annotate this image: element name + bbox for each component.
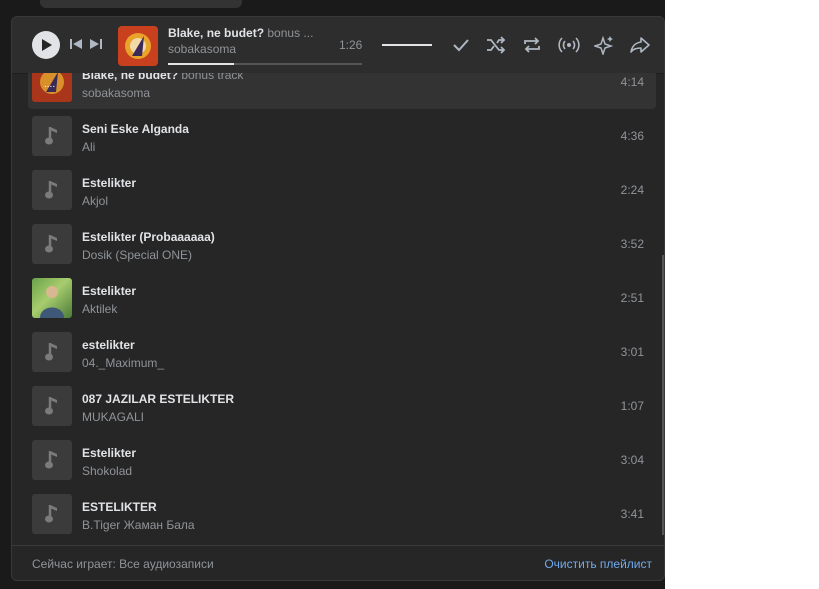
track-cover[interactable]: .... — [32, 73, 72, 102]
track-row[interactable]: .... Blake, ne budet? bonus track sobakaso… — [28, 73, 656, 109]
shuffle-icon — [487, 36, 506, 54]
music-note-icon[interactable] — [32, 494, 72, 534]
music-note-icon[interactable] — [32, 386, 72, 426]
scrollbar[interactable] — [662, 255, 664, 535]
track-title: Estelikter — [82, 176, 137, 190]
track-artist[interactable]: Akjol — [82, 194, 108, 208]
track-row[interactable]: estelikter 04._Maximum_ 3:01 — [28, 325, 656, 379]
track-duration: 4:14 — [620, 75, 644, 89]
track-row[interactable]: 087 JAZILAR ESTELIKTER MUKAGALI 1:07 — [28, 379, 656, 433]
track-subtitle: bonus track — [181, 73, 244, 82]
previous-icon — [70, 39, 82, 49]
track-artist[interactable]: sobakasoma — [82, 86, 150, 100]
track-row[interactable]: Seni Eske Alganda Ali 4:36 — [28, 109, 656, 163]
broadcast-button[interactable] — [558, 36, 580, 54]
now-playing-time: 1:26 — [339, 38, 363, 52]
track-row[interactable]: ESTELIKTER B.Tiger Жаман Бала 3:41 — [28, 487, 656, 541]
track-title: ESTELIKTER — [82, 500, 157, 514]
track-row[interactable]: Estelikter Akjol 2:24 — [28, 163, 656, 217]
music-note-icon[interactable] — [32, 440, 72, 480]
next-icon — [90, 39, 102, 49]
recommendations-button[interactable] — [594, 35, 614, 55]
play-button[interactable] — [32, 31, 60, 59]
track-list: .... Blake, ne budet? bonus track sobakaso… — [12, 73, 664, 545]
volume-slider[interactable] — [382, 44, 432, 46]
track-artist[interactable]: Dosik (Special ONE) — [82, 248, 192, 262]
add-button[interactable] — [452, 36, 470, 54]
now-playing-source: Сейчас играет: Все аудиозаписи — [32, 557, 214, 571]
next-button[interactable] — [90, 38, 102, 50]
track-duration: 3:41 — [620, 507, 644, 521]
track-duration: 4:36 — [620, 129, 644, 143]
repeat-icon — [524, 37, 540, 53]
repeat-button[interactable] — [522, 36, 542, 54]
track-title: Estelikter (Probaaaaaa) — [82, 230, 215, 244]
share-icon — [630, 37, 650, 53]
now-playing-subtitle: bonus ... — [267, 26, 314, 40]
track-duration: 1:07 — [620, 399, 644, 413]
audio-player: Blake, ne budet? bonus ... sobakasoma 1:… — [12, 17, 664, 74]
track-title: 087 JAZILAR ESTELIKTER — [82, 392, 235, 406]
track-row[interactable]: Estelikter (Probaaaaaa) Dosik (Special O… — [28, 217, 656, 271]
now-playing-artist[interactable]: sobakasoma — [168, 42, 236, 56]
now-playing-cover — [118, 26, 158, 66]
track-artist[interactable]: MUKAGALI — [82, 410, 144, 424]
track-artist[interactable]: Shokolad — [82, 464, 132, 478]
svg-text:....: .... — [44, 79, 55, 90]
track-duration: 3:52 — [620, 237, 644, 251]
track-duration: 3:04 — [620, 453, 644, 467]
track-duration: 2:24 — [620, 183, 644, 197]
add-check-icon — [453, 39, 469, 52]
track-title: Blake, ne budet? bonus track — [82, 73, 243, 82]
track-title: Seni Eske Alganda — [82, 122, 189, 136]
track-row[interactable]: Estelikter Shokolad 3:04 — [28, 433, 656, 487]
track-artist[interactable]: Aktilek — [82, 302, 117, 316]
progress-bar[interactable] — [168, 63, 362, 65]
broadcast-icon — [558, 37, 580, 53]
playlist-footer: Сейчас играет: Все аудиозаписи Очистить … — [12, 545, 664, 580]
music-note-icon[interactable] — [32, 170, 72, 210]
play-icon — [42, 39, 52, 51]
top-tab — [40, 0, 242, 8]
track-title: estelikter — [82, 338, 135, 352]
track-artist[interactable]: B.Tiger Жаман Бала — [82, 518, 195, 532]
track-row[interactable]: Estelikter Aktilek 2:51 — [28, 271, 656, 325]
recommendations-icon — [594, 35, 614, 55]
track-title: Estelikter — [82, 446, 137, 460]
previous-button[interactable] — [70, 38, 82, 50]
music-note-icon[interactable] — [32, 116, 72, 156]
share-button[interactable] — [630, 36, 650, 54]
track-artist[interactable]: Ali — [82, 140, 95, 154]
track-duration: 2:51 — [620, 291, 644, 305]
progress-fill — [168, 63, 234, 65]
audio-panel: Blake, ne budet? bonus ... sobakasoma 1:… — [11, 16, 665, 581]
shuffle-button[interactable] — [486, 36, 506, 54]
music-note-icon[interactable] — [32, 332, 72, 372]
now-playing-title[interactable]: Blake, ne budet? bonus ... — [168, 26, 318, 40]
track-artist[interactable]: 04._Maximum_ — [82, 356, 164, 370]
clear-playlist-link[interactable]: Очистить плейлист — [544, 557, 652, 571]
track-cover[interactable] — [32, 278, 72, 318]
music-note-icon[interactable] — [32, 224, 72, 264]
track-duration: 3:01 — [620, 345, 644, 359]
track-title: Estelikter — [82, 284, 137, 298]
